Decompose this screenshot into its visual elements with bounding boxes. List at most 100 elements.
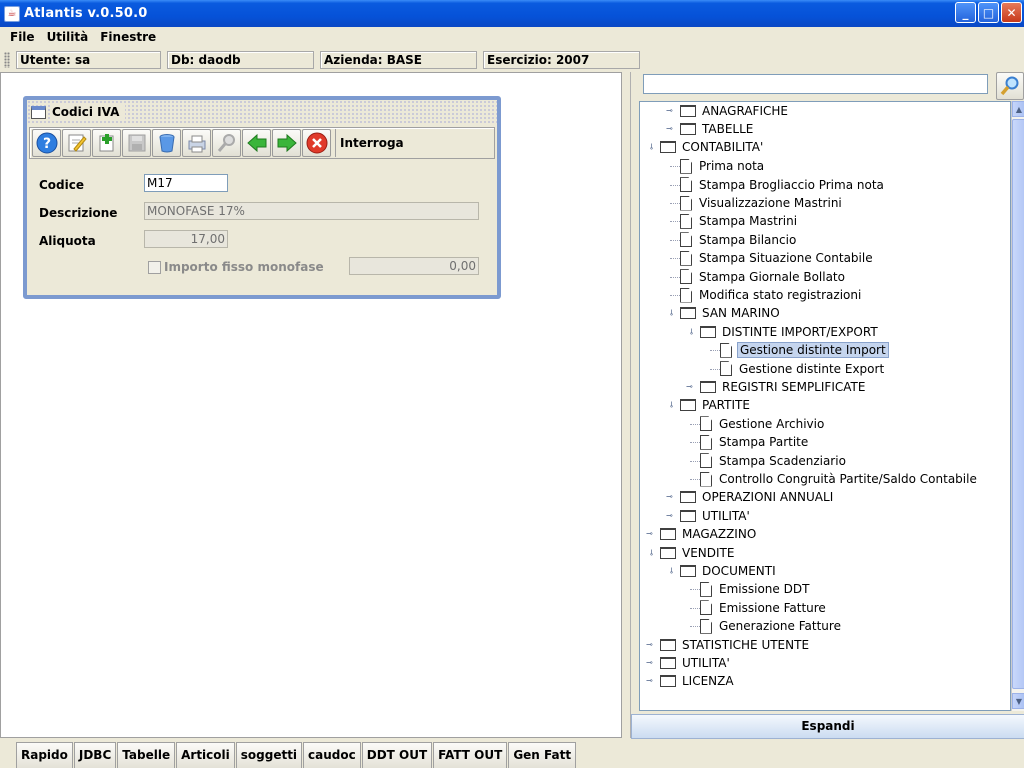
folder-icon — [700, 325, 716, 338]
tree-node-label: Modifica stato registrazioni — [699, 288, 862, 302]
edit-button[interactable] — [62, 129, 91, 157]
tree-leaf[interactable]: Emissione DDT — [700, 580, 811, 598]
tree-leaf[interactable]: Modifica stato registrazioni — [680, 286, 863, 304]
tree-leaf[interactable]: Stampa Giornale Bollato — [680, 268, 847, 286]
tree-leaf[interactable]: Stampa Situazione Contabile — [680, 249, 875, 267]
task-rapido[interactable]: Rapido — [16, 742, 73, 768]
collapse-toggle-icon[interactable]: ⊸ — [646, 143, 656, 152]
tree-folder[interactable]: STATISTICHE UTENTE — [660, 636, 811, 654]
tree-leaf[interactable]: Stampa Bilancio — [680, 231, 798, 249]
tree-connector — [670, 276, 680, 278]
tree-folder[interactable]: REGISTRI SEMPLIFICATE — [700, 378, 867, 396]
importo-fisso-field[interactable]: 0,00 — [349, 257, 479, 275]
expand-toggle-icon[interactable]: ⊸ — [686, 383, 695, 392]
tree-folder[interactable]: UTILITA' — [680, 507, 752, 525]
tree-folder[interactable]: VENDITE — [660, 544, 736, 562]
delete-button[interactable] — [152, 129, 181, 157]
collapse-toggle-icon[interactable]: ⊸ — [666, 309, 676, 318]
tree-folder[interactable]: LICENZA — [660, 672, 736, 690]
tree-folder[interactable]: UTILITA' — [660, 654, 732, 672]
maximize-icon: □ — [982, 5, 995, 20]
split-divider[interactable] — [622, 72, 630, 738]
codice-field[interactable]: M17 — [144, 174, 228, 192]
window-icon — [31, 105, 46, 119]
expand-toggle-icon[interactable]: ⊸ — [646, 659, 655, 668]
print-button[interactable] — [182, 129, 211, 157]
aliquota-field[interactable]: 17,00 — [144, 230, 228, 248]
collapse-toggle-icon[interactable]: ⊸ — [666, 401, 676, 410]
menu-file[interactable]: File — [4, 30, 41, 44]
tree-folder[interactable]: PARTITE — [680, 396, 752, 414]
document-icon — [680, 195, 692, 211]
maximize-button[interactable]: □ — [978, 2, 999, 23]
expand-toggle-icon[interactable]: ⊸ — [666, 125, 675, 134]
tree-leaf[interactable]: Gestione distinte Import — [720, 341, 889, 359]
importo-fisso-checkbox[interactable] — [148, 261, 161, 274]
scroll-down-button[interactable]: ▼ — [1012, 693, 1024, 709]
save-button[interactable] — [122, 129, 151, 157]
tree-node-label: VENDITE — [682, 545, 735, 560]
task-soggetti[interactable]: soggetti — [235, 742, 303, 768]
toolbar-grip[interactable] — [4, 52, 10, 68]
search-button[interactable] — [212, 129, 241, 157]
task-articoli[interactable]: Articoli — [176, 742, 235, 768]
help-button[interactable]: ? — [32, 129, 61, 157]
frame-titlebar[interactable]: Codici IVA — [27, 100, 497, 124]
close-window-button[interactable]: ✕ — [1001, 2, 1022, 23]
tree-leaf[interactable]: Prima nota — [680, 157, 766, 175]
tree-leaf[interactable]: Gestione distinte Export — [720, 360, 886, 378]
menu-utilita[interactable]: Utilità — [41, 30, 95, 44]
tree-leaf[interactable]: Gestione Archivio — [700, 415, 826, 433]
tree-folder[interactable]: TABELLE — [680, 120, 755, 138]
internal-frame-codici-iva[interactable]: Codici IVA ? Interroga Codice M17 Descri… — [23, 96, 501, 299]
tree-leaf[interactable]: Stampa Partite — [700, 433, 810, 451]
task-jdbc[interactable]: JDBC — [73, 742, 117, 768]
previous-button[interactable] — [242, 129, 271, 157]
next-button[interactable] — [272, 129, 301, 157]
minimize-icon: _ — [962, 5, 969, 20]
tree-search-input[interactable] — [643, 74, 988, 94]
tree-node-label: Stampa Mastrini — [699, 214, 798, 229]
tree-folder[interactable]: SAN MARINO — [680, 304, 782, 322]
tree-scrollbar[interactable]: ▲ ▼ — [1011, 101, 1024, 711]
tree-folder[interactable]: OPERAZIONI ANNUALI — [680, 488, 835, 506]
expand-toggle-icon[interactable]: ⊸ — [646, 677, 655, 686]
close-frame-button[interactable] — [302, 129, 331, 157]
expand-button[interactable]: Espandi — [631, 714, 1024, 739]
task-fatt-out[interactable]: FATT OUT — [433, 742, 508, 768]
task-tabelle[interactable]: Tabelle — [117, 742, 176, 768]
tree-folder[interactable]: ANAGRAFICHE — [680, 102, 790, 120]
tree-search-button[interactable] — [996, 72, 1024, 100]
tree-folder[interactable]: MAGAZZINO — [660, 525, 758, 543]
task-caudoc[interactable]: caudoc — [303, 742, 361, 768]
collapse-toggle-icon[interactable]: ⊸ — [646, 549, 656, 558]
expand-toggle-icon[interactable]: ⊸ — [646, 640, 655, 650]
tree-leaf[interactable]: Visualizzazione Mastrini — [680, 194, 844, 212]
tree-leaf[interactable]: Stampa Brogliaccio Prima nota — [680, 176, 886, 194]
collapse-toggle-icon[interactable]: ⊸ — [686, 328, 696, 337]
tree-folder[interactable]: DOCUMENTI — [680, 562, 778, 580]
add-button[interactable] — [92, 129, 121, 157]
menu-tree[interactable]: ⊸ ANAGRAFICHE ⊸ TABELLE ⊸ CONTABILITA' Prima n… — [639, 101, 1011, 711]
tree-folder[interactable]: CONTABILITA' — [660, 138, 765, 156]
expand-toggle-icon[interactable]: ⊸ — [646, 530, 655, 539]
scroll-up-button[interactable]: ▲ — [1012, 101, 1024, 117]
collapse-toggle-icon[interactable]: ⊸ — [666, 567, 676, 576]
expand-toggle-icon[interactable]: ⊸ — [666, 107, 675, 116]
minimize-button[interactable]: _ — [955, 2, 976, 23]
tree-leaf[interactable]: Generazione Fatture — [700, 617, 843, 635]
folder-icon — [660, 546, 676, 559]
tree-leaf[interactable]: Controllo Congruità Partite/Saldo Contab… — [700, 470, 979, 488]
tree-leaf[interactable]: Stampa Scadenziario — [700, 452, 848, 470]
window-titlebar[interactable]: ☕ Atlantis v.0.50.0 _ □ ✕ — [0, 0, 1024, 27]
expand-toggle-icon[interactable]: ⊸ — [666, 493, 675, 502]
task-ddt-out[interactable]: DDT OUT — [361, 742, 433, 768]
tree-leaf[interactable]: Stampa Mastrini — [680, 212, 799, 230]
scroll-thumb[interactable] — [1012, 119, 1024, 689]
task-gen-fatt[interactable]: Gen Fatt — [508, 742, 577, 768]
expand-toggle-icon[interactable]: ⊸ — [666, 511, 675, 521]
descrizione-field[interactable]: MONOFASE 17% — [144, 202, 479, 220]
tree-leaf[interactable]: Emissione Fatture — [700, 599, 828, 617]
tree-folder[interactable]: DISTINTE IMPORT/EXPORT — [700, 323, 880, 341]
menu-finestre[interactable]: Finestre — [94, 30, 162, 44]
